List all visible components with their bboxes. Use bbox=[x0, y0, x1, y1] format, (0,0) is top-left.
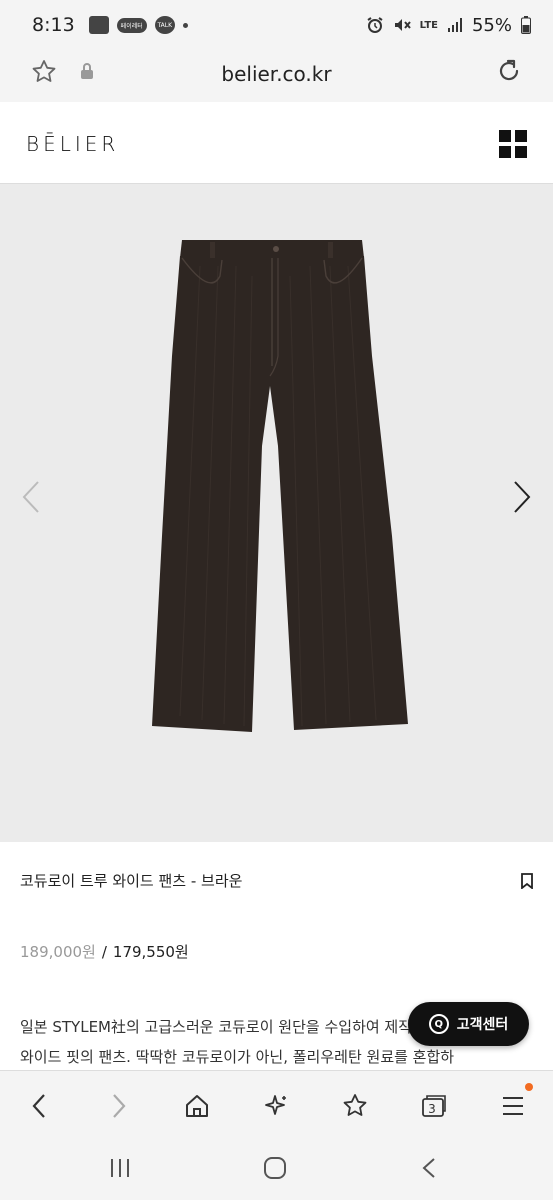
back-nav-icon[interactable] bbox=[420, 1156, 438, 1180]
site-header: BĒLIER bbox=[0, 102, 553, 184]
product-name: 코듀로이 트루 와이드 팬츠 - 브라운 bbox=[20, 872, 243, 890]
system-status-icons: LTE 55% bbox=[366, 0, 531, 50]
home-button[interactable] bbox=[180, 1089, 214, 1123]
back-button[interactable] bbox=[22, 1089, 56, 1123]
system-navigation-bar bbox=[0, 1138, 553, 1200]
signal-icon bbox=[447, 18, 462, 32]
price-separator: / bbox=[101, 942, 107, 961]
bookmarks-star-icon bbox=[343, 1094, 367, 1116]
recent-apps-icon[interactable] bbox=[108, 1156, 132, 1180]
sparkle-icon bbox=[265, 1095, 286, 1115]
payletter-notification-icon: 페이레터 bbox=[116, 17, 147, 33]
status-bar: 8:13 페이레터 TALK LTE 55% bbox=[0, 0, 553, 50]
hamburger-menu-icon bbox=[503, 1097, 523, 1115]
notification-icons: 페이레터 TALK bbox=[88, 16, 188, 34]
sparkle-button[interactable] bbox=[259, 1089, 293, 1123]
grid-menu-cell bbox=[499, 130, 511, 142]
grid-menu-cell bbox=[515, 146, 527, 158]
browser-url-bar: belier.co.kr bbox=[0, 50, 553, 102]
product-name-row: 코듀로이 트루 와이드 팬츠 - 브라운 bbox=[20, 870, 533, 891]
forward-button[interactable] bbox=[102, 1089, 136, 1123]
grid-menu-cell bbox=[515, 130, 527, 142]
product-image-carousel[interactable] bbox=[0, 184, 553, 842]
reload-icon[interactable] bbox=[495, 57, 523, 85]
customer-center-button[interactable]: Q 고객센터 bbox=[408, 1002, 529, 1046]
tab-count: 3 bbox=[428, 1102, 436, 1116]
battery-icon bbox=[521, 16, 531, 34]
more-notifications-dot bbox=[182, 22, 188, 28]
bookmarks-button[interactable] bbox=[338, 1089, 372, 1123]
product-photo bbox=[152, 240, 408, 732]
gallery-notification-icon bbox=[88, 16, 109, 34]
sale-price: 179,550원 bbox=[112, 943, 189, 961]
grid-menu-icon[interactable] bbox=[499, 130, 527, 158]
menu-button[interactable] bbox=[496, 1089, 530, 1123]
wishlist-bookmark-icon[interactable] bbox=[521, 872, 533, 889]
tabs-button[interactable]: 3 bbox=[417, 1089, 451, 1123]
kakaotalk-notification-icon: TALK bbox=[154, 16, 175, 34]
menu-notification-badge bbox=[525, 1083, 533, 1091]
carousel-prev-arrow-icon[interactable] bbox=[20, 480, 44, 514]
price-row: 189,000원 / 179,550원 bbox=[20, 941, 189, 962]
forward-arrow-icon bbox=[113, 1094, 126, 1118]
customer-center-icon: Q bbox=[428, 1014, 449, 1034]
carousel-next-arrow-icon[interactable] bbox=[509, 480, 533, 514]
grid-menu-cell bbox=[499, 146, 511, 158]
url-text[interactable]: belier.co.kr bbox=[0, 62, 553, 86]
back-arrow-icon bbox=[32, 1094, 45, 1118]
home-nav-icon[interactable] bbox=[262, 1156, 288, 1180]
original-price: 189,000원 bbox=[20, 943, 96, 961]
browser-toolbar: 3 bbox=[0, 1070, 553, 1138]
battery-percentage: 55% bbox=[471, 14, 512, 36]
home-icon bbox=[186, 1095, 208, 1117]
mute-icon bbox=[394, 19, 411, 31]
status-time: 8:13 bbox=[32, 14, 75, 36]
description-line: 와이드 핏의 팬츠. 딱딱한 코듀로이가 아닌, 폴리우레탄 원료를 혼합하 bbox=[20, 1048, 455, 1066]
site-logo[interactable]: BĒLIER bbox=[26, 132, 119, 156]
alarm-icon bbox=[367, 17, 383, 33]
network-type-label: LTE bbox=[419, 19, 438, 31]
customer-center-label: 고객센터 bbox=[456, 1017, 509, 1033]
